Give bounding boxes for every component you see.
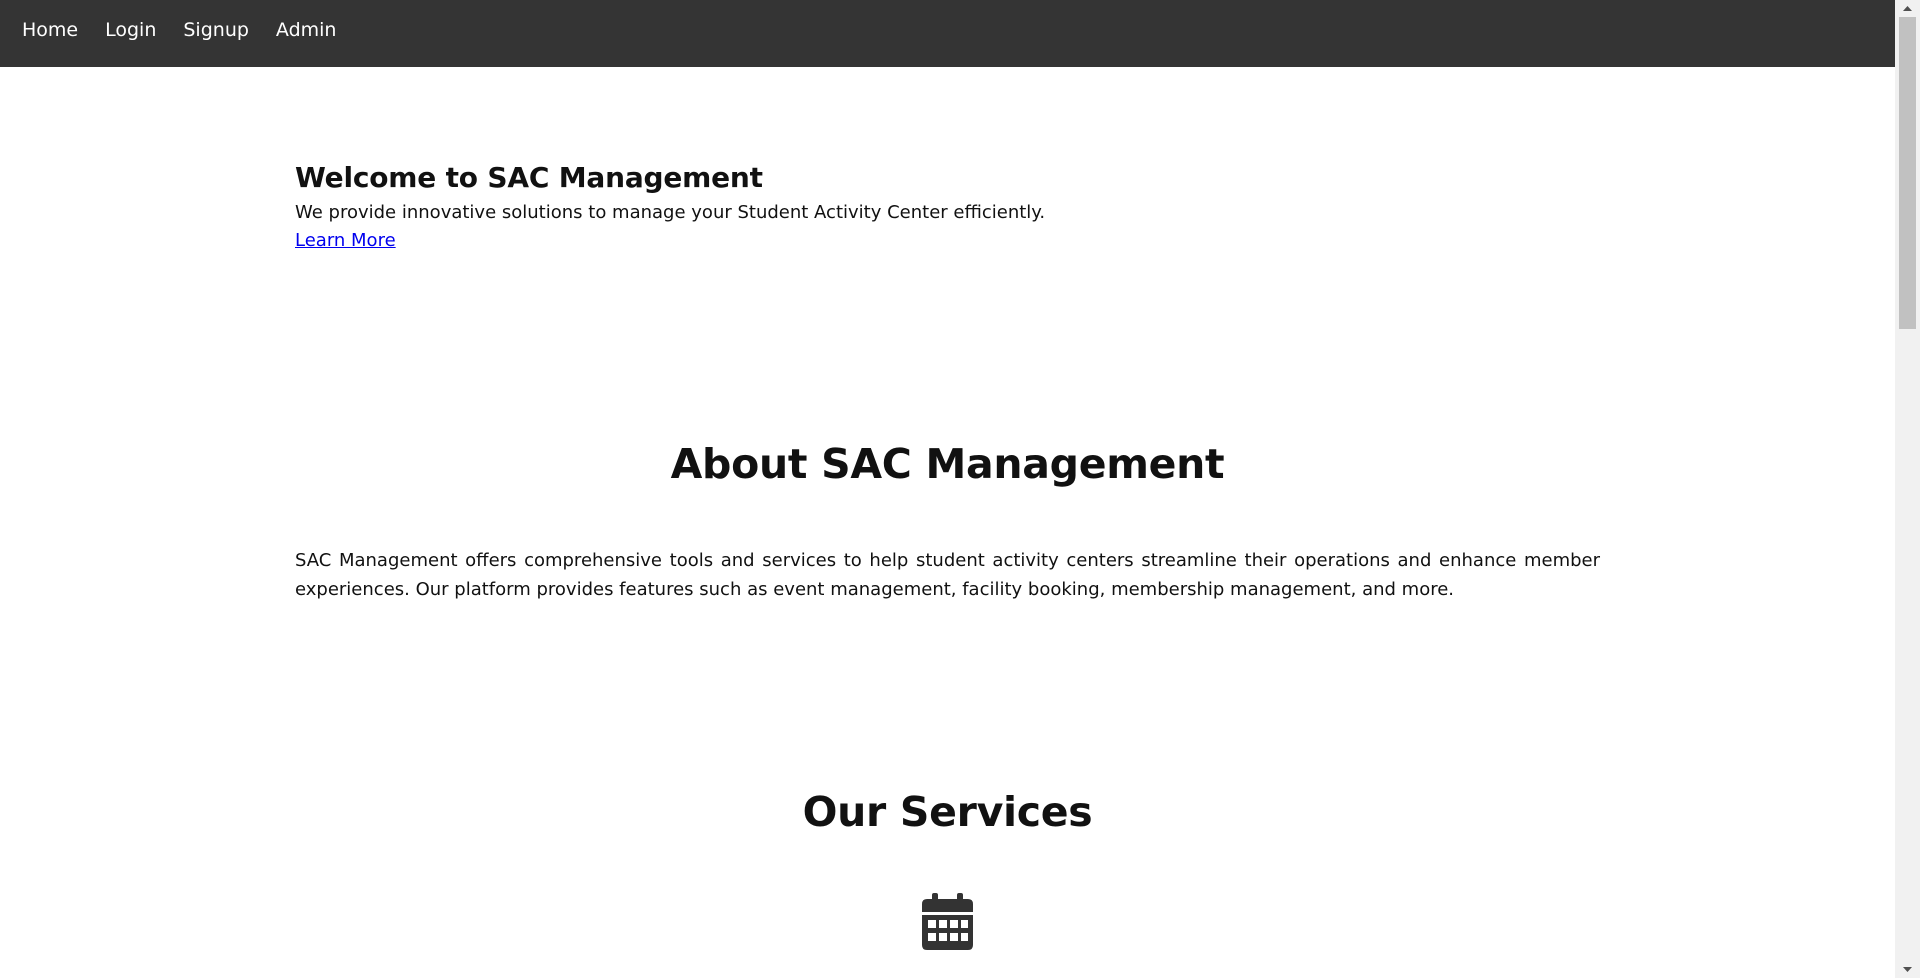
viewport: Home Login Signup Admin Welcome to SAC M…	[0, 0, 1895, 978]
about-text: SAC Management offers comprehensive tool…	[295, 550, 1600, 600]
vertical-scrollbar[interactable]	[1895, 0, 1920, 978]
about-title: About SAC Management	[670, 440, 1225, 488]
nav-link-login[interactable]: Login	[105, 19, 156, 41]
hero-section: Welcome to SAC Management We provide inn…	[295, 157, 1600, 255]
scroll-up-arrow-icon[interactable]	[1895, 0, 1920, 17]
scroll-down-arrow-icon[interactable]	[1895, 961, 1920, 978]
navbar: Home Login Signup Admin	[0, 0, 1895, 67]
nav-link-signup[interactable]: Signup	[183, 19, 249, 41]
hero-text: We provide innovative solutions to manag…	[295, 202, 1046, 223]
nav-link-admin[interactable]: Admin	[276, 19, 337, 41]
nav-link-home[interactable]: Home	[22, 19, 78, 41]
calendar-icon	[922, 893, 973, 950]
page: Home Login Signup Admin Welcome to SAC M…	[0, 0, 1920, 978]
services-title: Our Services	[802, 788, 1093, 836]
learn-more-link[interactable]: Learn More	[295, 227, 396, 255]
hero-title: Welcome to SAC Management	[295, 161, 763, 194]
scroll-thumb[interactable]	[1899, 17, 1916, 329]
